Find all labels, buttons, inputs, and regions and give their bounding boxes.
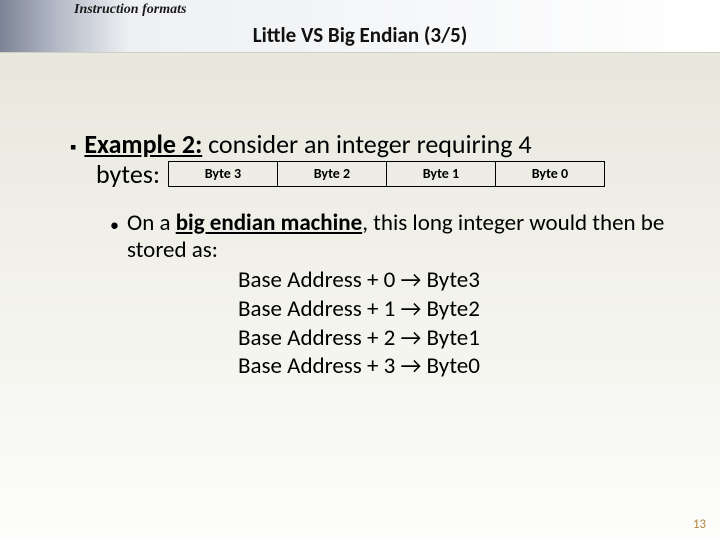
page-number: 13 [693,517,706,532]
byte-cell-0: Byte 0 [495,161,605,187]
addr-line-3: Base Address + 3 → Byte0 [238,352,682,381]
bytes-word: bytes: [96,158,160,190]
slide-title: Little VS Big Endian (3/5) [0,22,720,48]
sub-bullet: • On a big endian machine, this long int… [110,210,682,264]
byte-cell-3: Byte 3 [168,161,278,187]
sub-emph: big endian machine [176,209,363,237]
byte-cell-2: Byte 2 [277,161,387,187]
bullet-example: ▪ Example 2: consider an integer requiri… [70,130,682,160]
bullet-square-icon: ▪ [70,136,76,158]
byte-cell-1: Byte 1 [386,161,496,187]
header-topic: Instruction formats [74,2,186,18]
example-line-1: Example 2: consider an integer requiring… [84,130,531,160]
addr-line-1: Base Address + 1 → Byte2 [238,295,682,324]
body-content: ▪ Example 2: consider an integer requiri… [70,130,682,381]
example-line1-rest: consider an integer requiring 4 [202,128,531,160]
sub-text: On a big endian machine, this long integ… [127,210,682,264]
addr-line-2: Base Address + 2 → Byte1 [238,324,682,353]
example-label: Example 2: [84,128,202,160]
address-lines: Base Address + 0 → Byte3 Base Address + … [238,266,682,381]
bullet-dot-icon: • [110,214,119,236]
header-bar: Instruction formats Little VS Big Endian… [0,0,720,52]
byte-table: Byte 3 Byte 2 Byte 1 Byte 0 [168,161,605,187]
example-line-2: bytes: Byte 3 Byte 2 Byte 1 Byte 0 [96,158,682,190]
slide: Instruction formats Little VS Big Endian… [0,0,720,540]
sub-pre: On a [127,209,176,237]
addr-line-0: Base Address + 0 → Byte3 [238,266,682,295]
